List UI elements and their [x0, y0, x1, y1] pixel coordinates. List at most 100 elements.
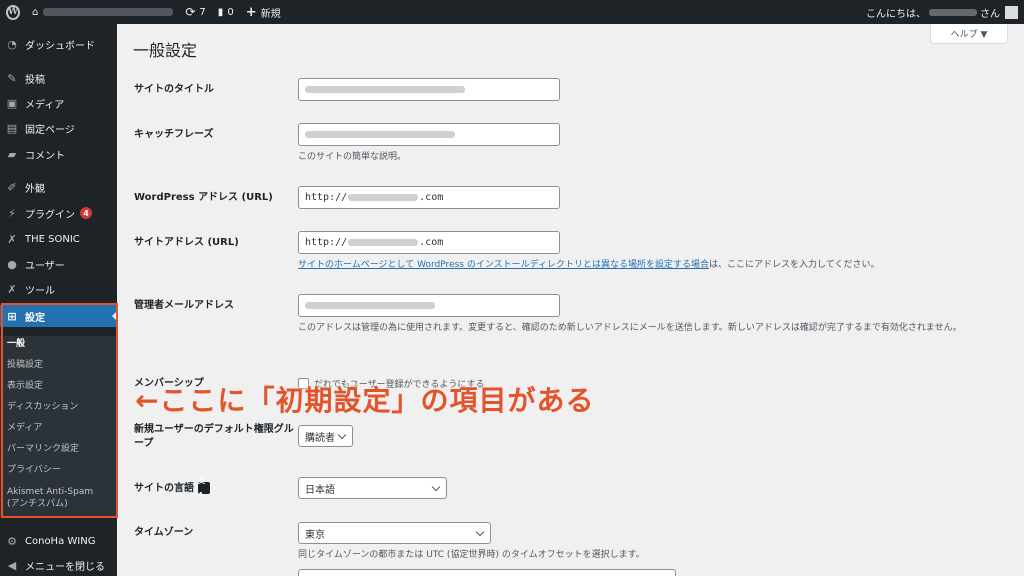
plugin-update-badge: 4: [80, 207, 92, 219]
user-account-menu[interactable]: こんにちは、 さん: [860, 0, 1024, 24]
site-language-select[interactable]: 日本語: [298, 477, 447, 499]
next-field-partial[interactable]: [298, 569, 676, 576]
wp-address-suffix: .com: [419, 192, 444, 203]
sidebar-item-label: ユーザー: [25, 260, 65, 272]
home-icon: ⌂: [32, 6, 39, 18]
default-role-select[interactable]: 購読者: [298, 425, 353, 447]
admin-email-label: 管理者メールアドレス: [134, 300, 234, 311]
site-address-input[interactable]: http:// .com: [298, 231, 560, 254]
greeting-text: こんにちは、: [866, 8, 926, 20]
sidebar-item-label: ツール: [25, 285, 55, 297]
site-language-label-text: サイトの言語: [134, 483, 194, 494]
sidebar-item-label: THE SONIC: [25, 233, 80, 245]
sidebar-item-label: メニューを閉じる: [25, 561, 105, 573]
pin-icon: ✎: [7, 71, 17, 85]
sidebar-item-plugins[interactable]: ⚡ プラグイン 4: [0, 202, 117, 224]
sidebar-item-label: メディア: [25, 99, 65, 111]
translate-icon: 文A: [198, 477, 210, 499]
sidebar-item-label: プラグイン: [25, 209, 75, 221]
wordpress-logo-icon: W: [5, 4, 21, 20]
tagline-label: キャッチフレーズ: [134, 129, 214, 140]
sidebar-item-label: 投稿: [25, 74, 45, 86]
sidebar-item-label: 外観: [25, 183, 45, 195]
tool-icon: ✗: [7, 282, 17, 296]
site-name-blurred: [43, 8, 174, 16]
site-title-label: サイトのタイトル: [134, 84, 214, 95]
chevron-down-icon: [431, 482, 441, 492]
collapse-icon: ◀: [7, 558, 17, 572]
timezone-label: タイムゾーン: [134, 527, 194, 538]
sidebar-item-label: ConoHa WING: [25, 535, 96, 547]
sidebar-item-comments[interactable]: ▰ コメント: [0, 143, 117, 165]
sidebar-item-tools[interactable]: ✗ ツール: [0, 278, 117, 300]
default-role-label: 新規ユーザーのデフォルト権限グループ: [134, 424, 294, 449]
chevron-down-icon: [337, 430, 347, 440]
chevron-down-icon: [475, 527, 485, 537]
comments-link[interactable]: ▮ 0: [212, 0, 240, 24]
sidebar-item-media[interactable]: ▣ メディア: [0, 92, 117, 114]
site-address-desc-tail: は、ここにアドレスを入力してください。: [709, 260, 880, 270]
sidebar-item-label: コメント: [25, 150, 65, 162]
user-name-blurred: [929, 8, 977, 16]
new-label: 新規: [260, 8, 281, 20]
new-content-link[interactable]: + 新規: [240, 0, 287, 24]
site-address-blurred: [348, 239, 419, 246]
sidebar-item-the-sonic[interactable]: ✗ THE SONIC: [0, 228, 117, 250]
user-icon: ●: [7, 257, 17, 271]
wrench-icon: ✗: [7, 232, 17, 246]
comments-count: 0: [227, 6, 234, 18]
site-name-link[interactable]: ⌂: [26, 0, 179, 24]
tagline-blurred: [305, 131, 455, 138]
annotation-callout: ←ここに「初期設定」の項目がある: [135, 384, 595, 417]
timezone-select[interactable]: 東京: [298, 522, 491, 544]
refresh-icon: ⟳: [185, 5, 196, 19]
site-title-blurred: [305, 86, 465, 93]
site-address-label: サイトアドレス (URL): [134, 237, 239, 248]
wordpress-logo-button[interactable]: W: [0, 0, 26, 24]
wp-address-prefix: http://: [305, 192, 348, 203]
comment-bubble-icon: ▮: [217, 6, 224, 18]
wp-address-input[interactable]: http:// .com: [298, 186, 560, 209]
site-address-help-link[interactable]: サイトのホームページとして WordPress のインストールディレクトリとは異…: [298, 260, 709, 270]
site-address-suffix: .com: [419, 237, 444, 248]
admin-bar: W ⌂ ⟳ 7 ▮ 0 + 新規 こんにちは、 さん: [0, 0, 1024, 24]
media-icon: ▣: [6, 96, 18, 110]
plugin-icon: ⚡: [8, 206, 16, 220]
page-title: 一般設定: [133, 41, 198, 60]
site-title-input[interactable]: [298, 78, 560, 101]
site-language-label: サイトの言語文A: [134, 477, 210, 499]
sidebar-item-label: 固定ページ: [25, 124, 75, 136]
site-address-prefix: http://: [305, 237, 348, 248]
gear-icon: ⚙: [7, 534, 17, 548]
updates-link[interactable]: ⟳ 7: [179, 0, 211, 24]
sidebar-item-appearance[interactable]: ✐ 外観: [0, 176, 117, 198]
tagline-input[interactable]: [298, 123, 560, 146]
help-tab-button[interactable]: ヘルプ ▼: [930, 24, 1008, 44]
dashboard-icon: ◔: [7, 37, 17, 51]
sidebar-item-posts[interactable]: ✎ 投稿: [0, 67, 117, 89]
plus-icon: +: [245, 4, 257, 20]
page-icon: ▤: [6, 121, 18, 135]
site-language-value: 日本語: [305, 484, 335, 496]
comment-icon: ▰: [7, 147, 17, 161]
timezone-value: 東京: [305, 529, 325, 541]
admin-email-description: このアドレスは管理の為に使用されます。変更すると、確認のため新しいアドレスにメー…: [298, 323, 962, 333]
timezone-description: 同じタイムゾーンの都市または UTC (協定世界時) のタイムオフセットを選択し…: [298, 550, 645, 560]
sidebar-item-dashboard[interactable]: ◔ ダッシュボード: [0, 33, 117, 55]
admin-email-input[interactable]: [298, 294, 560, 317]
main-content: ヘルプ ▼ 一般設定 サイトのタイトル キャッチフレーズ このサイトの簡単な説明…: [117, 24, 1024, 576]
sidebar-item-label: ダッシュボード: [25, 40, 95, 52]
tagline-description: このサイトの簡単な説明。: [298, 152, 407, 162]
collapse-menu-button[interactable]: ◀ メニューを閉じる: [0, 554, 117, 576]
sidebar-item-users[interactable]: ● ユーザー: [0, 253, 117, 275]
admin-email-blurred: [305, 302, 435, 309]
wp-address-label: WordPress アドレス (URL): [134, 192, 273, 203]
updates-count: 7: [199, 6, 206, 18]
avatar: [1005, 5, 1018, 19]
sidebar-item-conoha-wing[interactable]: ⚙ ConoHa WING: [0, 530, 117, 552]
brush-icon: ✐: [7, 180, 17, 194]
wp-address-blurred: [348, 194, 419, 201]
default-role-value: 購読者: [305, 432, 335, 444]
settings-highlight-box: [1, 303, 118, 518]
sidebar-item-pages[interactable]: ▤ 固定ページ: [0, 117, 117, 139]
